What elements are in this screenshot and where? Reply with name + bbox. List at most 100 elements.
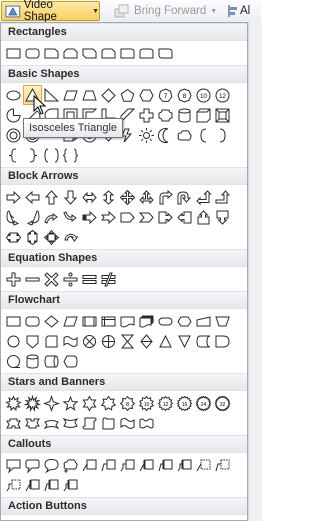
shape-ediv-button[interactable]	[61, 269, 80, 289]
shape-rnd1-button[interactable]	[118, 43, 137, 63]
shape-aleft-button[interactable]	[23, 187, 42, 207]
shape-n10-button[interactable]: 10	[194, 85, 213, 105]
shape-rect-button[interactable]	[4, 43, 23, 63]
shape-diamond-button[interactable]	[99, 85, 118, 105]
gallery-scrollbar[interactable]	[248, 22, 262, 521]
shape-rnd3-button[interactable]	[156, 43, 175, 63]
shape-abblank-button[interactable]	[213, 517, 232, 520]
shape-cline1-button[interactable]	[80, 455, 99, 475]
shape-aucallout-button[interactable]	[194, 207, 213, 227]
shape-abback-button[interactable]	[4, 517, 23, 520]
shape-snip2-button[interactable]	[61, 43, 80, 63]
shape-eminus-button[interactable]	[23, 269, 42, 289]
shape-wave-button[interactable]	[118, 413, 137, 433]
shape-fdocument-button[interactable]	[118, 311, 137, 331]
shape-aud-button[interactable]	[99, 187, 118, 207]
shape-lbrace-button[interactable]	[4, 145, 23, 165]
shape-acircular-button[interactable]	[61, 227, 80, 247]
shape-abhome-button[interactable]	[80, 517, 99, 520]
shape-n7-button[interactable]: 7	[156, 85, 175, 105]
shape-cloud-button[interactable]	[175, 125, 194, 145]
shape-apentagon-button[interactable]	[118, 207, 137, 227]
shape-anotched-button[interactable]	[99, 207, 118, 227]
shape-abinfo-button[interactable]	[99, 517, 118, 520]
shape-fdirectaccess-button[interactable]	[42, 351, 61, 371]
shape-scrollv-button[interactable]	[80, 413, 99, 433]
shape-star10-button[interactable]: 10	[137, 393, 156, 413]
shape-hexagon-button[interactable]	[137, 85, 156, 105]
shape-pie-button[interactable]	[4, 105, 23, 125]
shape-cab3-button[interactable]	[61, 475, 80, 495]
shape-can-button[interactable]	[175, 105, 194, 125]
shape-ellipse-button[interactable]	[4, 85, 23, 105]
shape-alup-button[interactable]	[194, 187, 213, 207]
shape-faltprocess-button[interactable]	[23, 311, 42, 331]
shape-abreturn-button[interactable]	[118, 517, 137, 520]
shape-abhelp-button[interactable]: ?	[194, 517, 213, 520]
shape-fofconnector-button[interactable]	[23, 331, 42, 351]
shape-abbegin-button[interactable]	[42, 517, 61, 520]
shape-rbrace-button[interactable]	[23, 145, 42, 165]
shape-ribboncurvdown-button[interactable]	[61, 413, 80, 433]
shape-alcallout-button[interactable]	[175, 207, 194, 227]
bring-forward-button[interactable]: Bring Forward ▼	[114, 2, 217, 20]
shape-abmovie-button[interactable]	[137, 517, 156, 520]
shape-acurvR-button[interactable]	[4, 207, 23, 227]
shape-aquadcallout-button[interactable]	[42, 227, 61, 247]
shape-n8-button[interactable]: 8	[175, 85, 194, 105]
shape-cacc2-button[interactable]	[156, 455, 175, 475]
video-shape-button[interactable]: Video Shape ▼	[1, 0, 100, 23]
shape-snip1-button[interactable]	[42, 43, 61, 63]
shape-fprocess-button[interactable]	[4, 311, 23, 331]
shape-fmagdisk-button[interactable]	[23, 351, 42, 371]
shape-crrect-button[interactable]	[23, 455, 42, 475]
shape-acurvU-button[interactable]	[42, 207, 61, 227]
shape-bevel-button[interactable]	[213, 105, 232, 125]
shape-fdisplay-button[interactable]	[61, 351, 80, 371]
shape-abentup-button[interactable]	[213, 187, 232, 207]
shape-star24-button[interactable]: 24	[194, 393, 213, 413]
shape-alrcallout-button[interactable]	[4, 227, 23, 247]
shape-arcallout-button[interactable]	[156, 207, 175, 227]
shape-star12-button[interactable]: 12	[156, 393, 175, 413]
shape-fpunchtape-button[interactable]	[61, 331, 80, 351]
shape-sun-button[interactable]	[137, 125, 156, 145]
shape-acurvD-button[interactable]	[61, 207, 80, 227]
shape-crect-button[interactable]	[4, 455, 23, 475]
shape-astriped-button[interactable]	[80, 207, 99, 227]
shape-adcallout-button[interactable]	[213, 207, 232, 227]
shape-fextract-button[interactable]	[156, 331, 175, 351]
shape-bracketpair-button[interactable]	[42, 145, 61, 165]
shape-enotequal-button[interactable]	[99, 269, 118, 289]
shape-fmanualop-button[interactable]	[213, 311, 232, 331]
shape-fstored-button[interactable]	[194, 331, 213, 351]
shape-star5-button[interactable]	[61, 393, 80, 413]
shape-abforward-button[interactable]	[23, 517, 42, 520]
shape-fprep-button[interactable]	[175, 311, 194, 331]
shape-eplus-button[interactable]	[4, 269, 23, 289]
shape-fcard-button[interactable]	[42, 331, 61, 351]
shape-trapezoid-button[interactable]	[80, 85, 99, 105]
shape-cline3-button[interactable]	[118, 455, 137, 475]
shape-cacc3-button[interactable]	[175, 455, 194, 475]
shape-cacc1-button[interactable]	[137, 455, 156, 475]
shape-fcollate-button[interactable]	[118, 331, 137, 351]
shape-fmanualinput-button[interactable]	[194, 311, 213, 331]
shape-aquad-button[interactable]	[118, 187, 137, 207]
shape-ribboncurvup-button[interactable]	[42, 413, 61, 433]
shape-coval-button[interactable]	[42, 455, 61, 475]
shape-cab2-button[interactable]	[42, 475, 61, 495]
shape-scrollh-button[interactable]	[99, 413, 118, 433]
shape-rnd2-button[interactable]	[137, 43, 156, 63]
shape-fsumjunction-button[interactable]	[80, 331, 99, 351]
shape-abend-button[interactable]	[61, 517, 80, 520]
shape-pentagon-button[interactable]	[118, 85, 137, 105]
shape-expl2-button[interactable]	[23, 393, 42, 413]
shape-parallelogram-button[interactable]	[61, 85, 80, 105]
shape-plaque-button[interactable]	[156, 105, 175, 125]
shape-fmerge-button[interactable]	[175, 331, 194, 351]
shape-adown-button[interactable]	[61, 187, 80, 207]
shape-star6-button[interactable]	[80, 393, 99, 413]
shape-for-button[interactable]	[99, 331, 118, 351]
shape-star7-button[interactable]	[99, 393, 118, 413]
